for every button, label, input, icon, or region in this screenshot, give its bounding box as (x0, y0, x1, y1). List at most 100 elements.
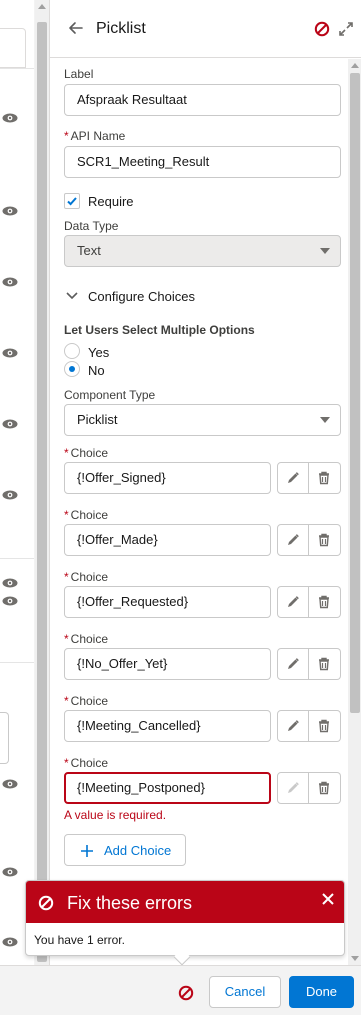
pencil-icon (288, 782, 299, 793)
done-button[interactable]: Done (289, 976, 354, 1008)
plus-icon (81, 845, 93, 857)
required-asterisk: * (64, 508, 69, 522)
back-arrow-icon[interactable] (66, 18, 86, 38)
edit-choice-button[interactable] (277, 462, 309, 494)
pencil-icon (288, 720, 299, 731)
checkmark-icon (67, 197, 77, 206)
visibility-eye-icon[interactable] (2, 206, 18, 216)
error-indicator-icon[interactable] (314, 21, 330, 37)
required-asterisk: * (64, 129, 69, 143)
canvas-divider (0, 558, 34, 559)
component-type-field-label: Component Type (64, 388, 156, 402)
data-type-value: Text (77, 243, 101, 258)
edit-choice-button[interactable] (277, 648, 309, 680)
component-type-select[interactable]: Picklist (64, 404, 341, 436)
required-asterisk: * (64, 756, 69, 770)
scroll-up-arrow-icon[interactable] (351, 63, 359, 68)
canvas-scrollbar[interactable] (35, 0, 49, 965)
panel-scrollbar[interactable] (348, 59, 361, 965)
trash-icon (319, 657, 329, 671)
visibility-eye-icon[interactable] (2, 277, 18, 287)
scroll-down-arrow-icon[interactable] (351, 956, 359, 961)
visibility-eye-icon[interactable] (2, 867, 18, 877)
chevron-down-icon (320, 248, 330, 254)
required-asterisk: * (64, 694, 69, 708)
choice-label-text: Choice (70, 508, 109, 522)
expand-icon[interactable] (338, 21, 354, 37)
choice-resource-input[interactable]: {!Offer_Requested} (64, 586, 271, 618)
canvas-textarea-edge (0, 712, 9, 764)
delete-choice-button[interactable] (309, 772, 341, 804)
chevron-down-icon (66, 292, 78, 300)
radio-yes-label: Yes (88, 345, 110, 360)
choice-resource-input[interactable]: {!Meeting_Cancelled} (64, 710, 271, 742)
choice-resource-input[interactable]: {!Meeting_Postponed} (64, 772, 271, 804)
delete-choice-button[interactable] (309, 524, 341, 556)
scrollbar-thumb[interactable] (350, 73, 360, 713)
choice-label-text: Choice (70, 446, 109, 460)
panel-body: Label Afspraak Resultaat * API Name SCR1_… (50, 59, 348, 965)
error-popover-message: You have 1 error. (34, 933, 125, 947)
error-popover-title: Fix these errors (67, 893, 193, 913)
visibility-eye-icon[interactable] (2, 113, 18, 123)
chevron-down-icon (320, 417, 330, 423)
visibility-eye-icon[interactable] (2, 937, 18, 947)
error-icon (38, 895, 54, 911)
cancel-button[interactable]: Cancel (209, 976, 281, 1008)
pencil-icon (288, 534, 299, 545)
edit-choice-button[interactable] (277, 586, 309, 618)
canvas-element-card (0, 28, 26, 68)
pencil-icon (288, 472, 299, 483)
api-name-label-text: API Name (70, 129, 126, 143)
edit-choice-button[interactable] (277, 524, 309, 556)
trash-icon (319, 471, 329, 485)
choice-label-text: Choice (70, 632, 109, 646)
choice-resource-input[interactable]: {!Offer_Signed} (64, 462, 271, 494)
api-name-input[interactable]: SCR1_Meeting_Result (64, 146, 341, 178)
add-choice-button[interactable]: Add Choice (64, 834, 186, 866)
scroll-up-arrow-icon[interactable] (38, 4, 46, 9)
visibility-eye-icon[interactable] (2, 596, 18, 606)
scrollbar-thumb[interactable] (37, 22, 47, 962)
choice-field-label: * Choice (64, 570, 108, 584)
edit-choice-button[interactable] (277, 710, 309, 742)
choice-label-text: Choice (70, 570, 109, 584)
choice-resource-input[interactable]: {!Offer_Made} (64, 524, 271, 556)
require-checkbox[interactable] (64, 193, 80, 209)
radio-no[interactable] (64, 361, 80, 377)
radio-yes[interactable] (64, 343, 80, 359)
pencil-icon (288, 596, 299, 607)
choice-field-label: * Choice (64, 508, 108, 522)
required-asterisk: * (64, 570, 69, 584)
required-asterisk: * (64, 632, 69, 646)
error-popover: Fix these errors You have 1 error. (25, 880, 345, 966)
visibility-eye-icon[interactable] (2, 490, 18, 500)
visibility-eye-icon[interactable] (2, 578, 18, 588)
delete-choice-button[interactable] (309, 586, 341, 618)
choice-error-message: A value is required. (64, 808, 167, 822)
panel-header: Picklist (50, 0, 361, 58)
error-toggle-icon[interactable] (178, 985, 194, 1001)
choice-resource-input[interactable]: {!No_Offer_Yet} (64, 648, 271, 680)
visibility-eye-icon[interactable] (2, 419, 18, 429)
choice-field-label: * Choice (64, 694, 108, 708)
flow-canvas-edge (0, 0, 34, 965)
trash-icon (319, 719, 329, 733)
trash-icon (319, 595, 329, 609)
delete-choice-button[interactable] (309, 462, 341, 494)
edit-choice-button[interactable] (277, 772, 309, 804)
error-popover-header: Fix these errors (26, 881, 344, 923)
trash-icon (319, 533, 329, 547)
visibility-eye-icon[interactable] (2, 779, 18, 789)
radio-no-label: No (88, 363, 105, 378)
configure-choices-toggle[interactable]: Configure Choices (64, 287, 304, 307)
component-type-value: Picklist (77, 412, 118, 427)
delete-choice-button[interactable] (309, 648, 341, 680)
choice-field-label: * Choice (64, 446, 108, 460)
delete-choice-button[interactable] (309, 710, 341, 742)
visibility-eye-icon[interactable] (2, 348, 18, 358)
label-input[interactable]: Afspraak Resultaat (64, 84, 341, 116)
choice-label-text: Choice (70, 694, 109, 708)
close-icon[interactable] (320, 891, 336, 907)
panel-footer: Cancel Done (0, 965, 361, 1015)
